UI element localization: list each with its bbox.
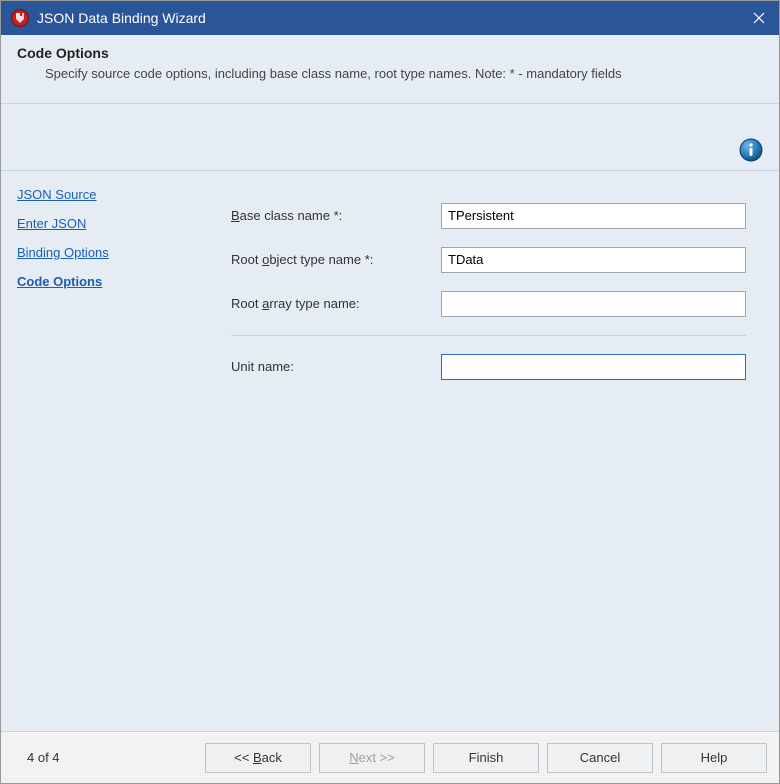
nav-code-options[interactable]: Code Options: [17, 274, 102, 289]
input-unit-name[interactable]: [441, 354, 746, 380]
page-title: Code Options: [17, 45, 763, 61]
finish-button[interactable]: Finish: [433, 743, 539, 773]
cancel-button[interactable]: Cancel: [547, 743, 653, 773]
header-panel: Code Options Specify source code options…: [1, 35, 779, 95]
page-indicator: 4 of 4: [13, 750, 133, 765]
form-area: Base class name *: Root object type name…: [231, 183, 763, 731]
window-title: JSON Data Binding Wizard: [37, 10, 739, 26]
app-icon: [11, 9, 29, 27]
input-base-class[interactable]: [441, 203, 746, 229]
label-base-class: Base class name *:: [231, 208, 441, 223]
input-root-object[interactable]: [441, 247, 746, 273]
wizard-nav: JSON Source Enter JSON Binding Options C…: [17, 183, 207, 731]
input-root-array[interactable]: [441, 291, 746, 317]
footer: 4 of 4 << Back Next >> Finish Cancel Hel…: [1, 731, 779, 783]
nav-binding-options[interactable]: Binding Options: [17, 245, 109, 260]
content-area: JSON Source Enter JSON Binding Options C…: [1, 171, 779, 731]
label-root-array: Root array type name:: [231, 296, 441, 311]
nav-enter-json[interactable]: Enter JSON: [17, 216, 86, 231]
back-button[interactable]: << Back: [205, 743, 311, 773]
close-button[interactable]: [739, 1, 779, 35]
row-root-array: Root array type name:: [231, 291, 763, 317]
row-unit-name: Unit name:: [231, 354, 763, 380]
titlebar: JSON Data Binding Wizard: [1, 1, 779, 35]
info-row: [1, 104, 779, 171]
row-root-object: Root object type name *:: [231, 247, 763, 273]
page-description: Specify source code options, including b…: [17, 65, 657, 83]
row-base-class: Base class name *:: [231, 203, 763, 229]
label-unit-name: Unit name:: [231, 359, 441, 374]
wizard-window: JSON Data Binding Wizard Code Options Sp…: [0, 0, 780, 784]
button-group: << Back Next >> Finish Cancel Help: [143, 743, 767, 773]
next-button: Next >>: [319, 743, 425, 773]
form-separator: [231, 335, 746, 336]
help-button[interactable]: Help: [661, 743, 767, 773]
label-root-object: Root object type name *:: [231, 252, 441, 267]
nav-json-source[interactable]: JSON Source: [17, 187, 96, 202]
info-icon[interactable]: [739, 138, 763, 162]
